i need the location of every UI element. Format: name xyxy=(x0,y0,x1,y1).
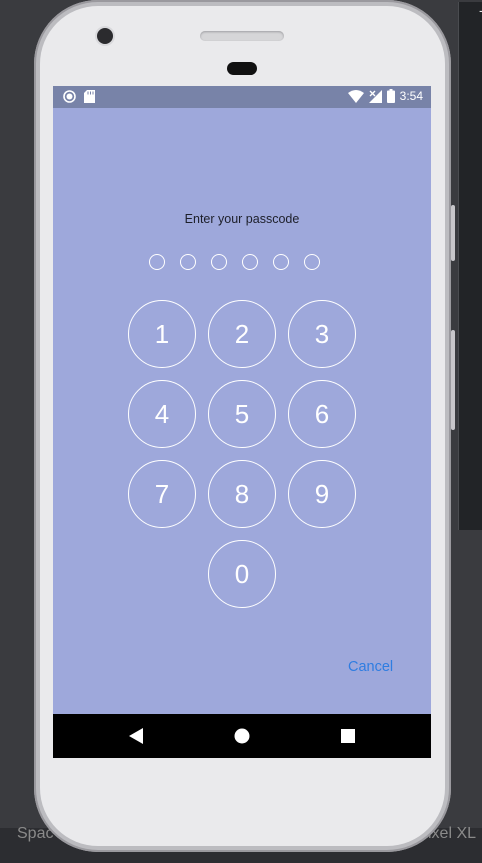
cancel-button[interactable]: Cancel xyxy=(348,659,393,675)
proximity-sensor xyxy=(227,62,257,75)
keypad-key-7[interactable]: 7 xyxy=(128,460,196,528)
passcode-dot xyxy=(242,254,258,270)
home-icon xyxy=(234,728,250,744)
battery-icon xyxy=(386,89,395,103)
volume-button xyxy=(451,205,455,261)
passcode-indicator xyxy=(149,254,320,270)
circle-notification-icon xyxy=(63,90,76,103)
recents-icon xyxy=(341,729,355,743)
keypad-key-8[interactable]: 8 xyxy=(208,460,276,528)
passcode-dot xyxy=(273,254,289,270)
status-bar: 3:54 xyxy=(53,86,431,108)
passcode-dot xyxy=(180,254,196,270)
back-icon xyxy=(129,728,143,744)
passcode-dot xyxy=(304,254,320,270)
keypad-key-3[interactable]: 3 xyxy=(288,300,356,368)
keypad-key-9[interactable]: 9 xyxy=(288,460,356,528)
keypad-key-5[interactable]: 5 xyxy=(208,380,276,448)
wifi-icon xyxy=(347,89,364,103)
sd-card-icon xyxy=(84,90,95,103)
status-time: 3:54 xyxy=(399,89,423,103)
passcode-dot xyxy=(149,254,165,270)
keypad-key-1[interactable]: 1 xyxy=(128,300,196,368)
navigation-bar xyxy=(53,714,431,758)
background-side-panel: - xyxy=(458,2,482,530)
keypad-key-6[interactable]: 6 xyxy=(288,380,356,448)
front-camera-icon xyxy=(97,28,113,44)
passcode-prompt: Enter your passcode xyxy=(184,212,300,226)
keypad-key-4[interactable]: 4 xyxy=(128,380,196,448)
keypad-key-0[interactable]: 0 xyxy=(208,540,276,608)
device-screen: 3:54 Enter your passcode 123 456 7890 Canc… xyxy=(53,86,431,758)
power-button xyxy=(451,330,455,430)
keypad-key-2[interactable]: 2 xyxy=(208,300,276,368)
passcode-dot xyxy=(211,254,227,270)
back-button[interactable] xyxy=(116,714,156,758)
earpiece-speaker xyxy=(200,31,284,41)
cell-signal-icon xyxy=(368,89,382,103)
recents-button[interactable] xyxy=(328,714,368,758)
home-button[interactable] xyxy=(222,714,262,758)
